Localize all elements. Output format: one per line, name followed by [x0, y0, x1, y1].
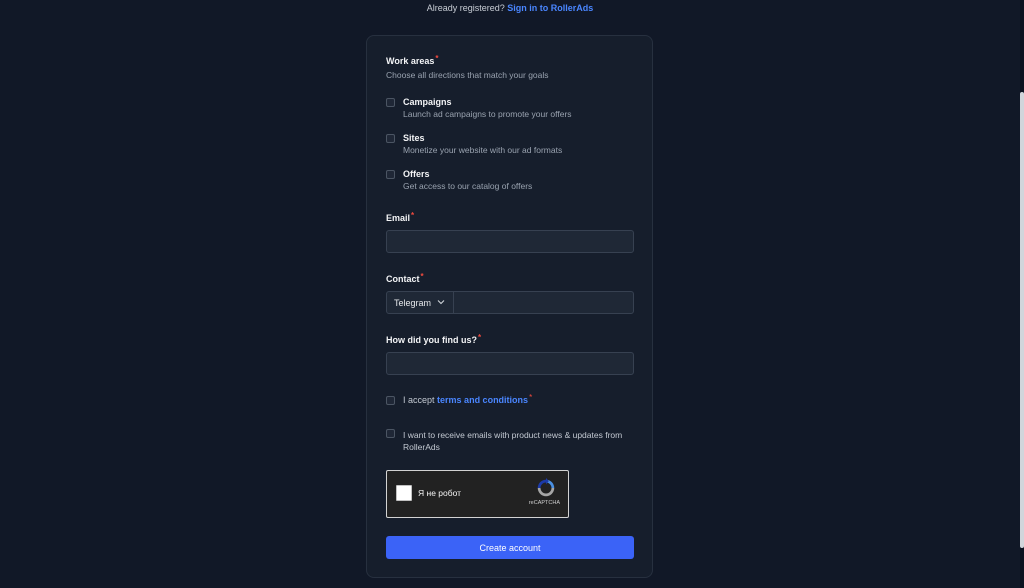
scrollbar-thumb[interactable]: [1020, 92, 1024, 548]
campaigns-checkbox[interactable]: [386, 98, 395, 107]
sites-checkbox[interactable]: [386, 134, 395, 143]
recaptcha-widget: Я не робот reCAPTCHA: [386, 470, 569, 518]
work-areas-title: Work areas*: [386, 54, 439, 66]
contact-label-text: Contact: [386, 274, 420, 284]
email-label: Email*: [386, 211, 415, 223]
required-mark: *: [435, 54, 439, 63]
work-areas-title-text: Work areas: [386, 56, 435, 66]
terms-text: I accept terms and conditions*: [403, 393, 533, 405]
create-account-button[interactable]: Create account: [386, 536, 634, 559]
newsletter-line-1: I want to receive emails with product ne…: [403, 430, 623, 440]
newsletter-line-2: RollerAds: [403, 442, 440, 452]
contact-method-value: Telegram: [394, 297, 432, 308]
email-label-text: Email: [386, 213, 411, 223]
required-mark: *: [420, 272, 424, 281]
newsletter-checkbox[interactable]: [386, 429, 395, 438]
terms-prefix: I accept: [403, 395, 435, 405]
how-found-label: How did you find us?*: [386, 333, 482, 345]
recaptcha-icon: [537, 477, 555, 497]
required-mark: *: [529, 393, 533, 402]
signup-form-card: Work areas* Choose all directions that m…: [366, 35, 653, 578]
signup-page: Already registered? Sign in to RollerAds…: [0, 0, 1024, 588]
offers-title: Offers: [403, 169, 430, 179]
email-field[interactable]: [386, 230, 634, 253]
newsletter-text: I want to receive emails with product ne…: [403, 429, 622, 453]
offers-desc: Get access to our catalog of offers: [403, 181, 533, 191]
terms-link[interactable]: terms and conditions: [437, 395, 528, 405]
signin-prompt: Already registered? Sign in to RollerAds: [0, 3, 1020, 13]
already-registered-text: Already registered?: [426, 3, 505, 13]
recaptcha-checkbox[interactable]: [396, 485, 412, 501]
work-areas-subtitle: Choose all directions that match your go…: [386, 70, 549, 80]
sites-desc: Monetize your website with our ad format…: [403, 145, 563, 155]
how-found-field[interactable]: [386, 352, 634, 375]
terms-checkbox[interactable]: [386, 396, 395, 405]
recaptcha-label: Я не робот: [418, 488, 462, 498]
signin-link[interactable]: Sign in to RollerAds: [507, 3, 593, 13]
sites-title: Sites: [403, 133, 425, 143]
offers-checkbox[interactable]: [386, 170, 395, 179]
how-found-label-text: How did you find us?: [386, 335, 477, 345]
contact-field[interactable]: [453, 291, 634, 314]
recaptcha-brand: reCAPTCHA: [528, 500, 560, 506]
chevron-down-icon: [437, 300, 445, 305]
campaigns-desc: Launch ad campaigns to promote your offe…: [403, 109, 572, 119]
contact-label: Contact*: [386, 272, 424, 284]
contact-method-select[interactable]: Telegram: [386, 291, 454, 314]
required-mark: *: [411, 211, 415, 220]
campaigns-title: Campaigns: [403, 97, 452, 107]
required-mark: *: [478, 333, 482, 342]
